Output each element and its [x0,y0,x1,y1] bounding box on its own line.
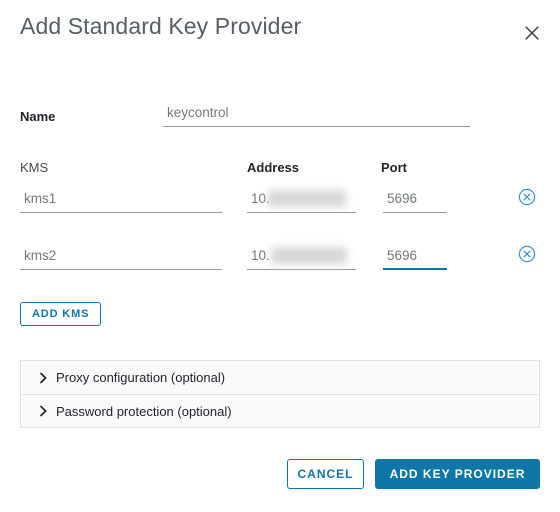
optional-sections: Proxy configuration (optional) Password … [20,360,540,428]
accordion-label: Proxy configuration (optional) [56,370,226,385]
kms-address-input[interactable] [247,190,356,213]
table-row [0,245,560,283]
dialog-header: Add Standard Key Provider [0,0,560,64]
dialog-footer: CANCEL ADD KEY PROVIDER [0,459,560,512]
add-kms-button[interactable]: ADD KMS [20,302,102,326]
chevron-right-icon [39,405,53,417]
cancel-button[interactable]: CANCEL [287,459,364,489]
column-header-address: Address [247,160,300,175]
accordion-proxy-configuration[interactable]: Proxy configuration (optional) [21,361,539,394]
close-icon [524,25,540,41]
delete-kms-button[interactable] [518,188,536,206]
accordion-label: Password protection (optional) [56,403,232,419]
name-row: Name [0,104,560,134]
kms-address-input[interactable] [247,247,356,270]
column-header-kms: KMS [20,160,49,175]
table-row [0,188,560,226]
delete-circle-icon [518,245,536,263]
close-button[interactable] [519,20,545,46]
add-key-provider-button[interactable]: ADD KEY PROVIDER [375,459,540,489]
kms-port-input[interactable] [383,190,447,213]
name-input[interactable] [163,104,470,127]
page-title: Add Standard Key Provider [20,13,302,39]
column-header-port: Port [381,160,407,175]
kms-table-header: KMS Address Port [0,160,560,180]
delete-circle-icon [518,188,536,206]
kms-port-input[interactable] [383,247,447,270]
accordion-password-protection[interactable]: Password protection (optional) [21,394,539,427]
kms-name-input[interactable] [20,190,222,213]
kms-name-input[interactable] [20,247,222,270]
name-label: Name [20,109,56,124]
chevron-right-icon [39,372,53,384]
delete-kms-button[interactable] [518,245,536,263]
